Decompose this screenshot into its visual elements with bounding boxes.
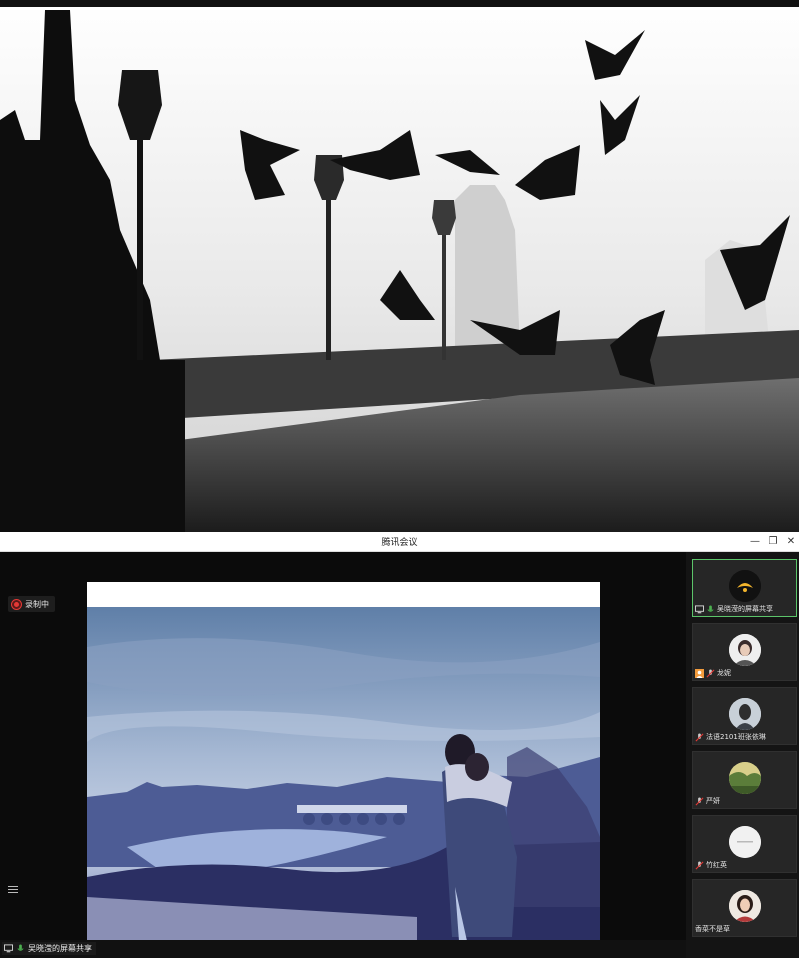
- participant-tile[interactable]: 法语2101班张依琳: [692, 687, 797, 745]
- prague-photo-image: [87, 607, 600, 941]
- meeting-window: 腾讯会议 — ❐ ✕ 录制中 吴晓滢的屏幕共享 吴晓滢的屏幕共享 龙妮 法语21…: [0, 532, 799, 966]
- participant-footer: 严妍: [695, 796, 720, 806]
- participant-footer: 竹红英: [695, 860, 727, 870]
- portrait-avatar-icon: [729, 634, 761, 666]
- participant-tile[interactable]: 吴晓滢的屏幕共享: [692, 559, 797, 617]
- shared-content: [87, 582, 600, 966]
- avatar: [729, 570, 761, 602]
- participant-name: 香菜不是草: [695, 925, 730, 933]
- participant-tile[interactable]: 严妍: [692, 751, 797, 809]
- avatar: [729, 890, 761, 922]
- mic-off-icon: [695, 796, 704, 805]
- close-button[interactable]: ✕: [782, 533, 799, 551]
- landscape-avatar-icon: [729, 762, 761, 794]
- mic-off-icon: [706, 668, 715, 677]
- record-icon: [12, 599, 21, 609]
- participant-footer: 吴晓滢的屏幕共享: [695, 604, 773, 614]
- screen-share-label: 吴晓滢的屏幕共享: [28, 944, 92, 953]
- logo-avatar-icon: [729, 570, 761, 602]
- recording-label: 录制中: [25, 599, 49, 609]
- participant-footer: 香菜不是草: [695, 924, 730, 934]
- bridge-photo: [0, 0, 799, 532]
- avatar: [729, 826, 761, 858]
- text-avatar-icon: [729, 826, 761, 858]
- title-bar: 腾讯会议 — ❐ ✕: [0, 532, 799, 552]
- mic-off-icon: [695, 860, 704, 869]
- participant-footer: 法语2101班张依琳: [695, 732, 766, 742]
- minimize-button[interactable]: —: [746, 533, 764, 551]
- mic-on-icon: [707, 604, 714, 612]
- screen-share-icon: [695, 604, 704, 613]
- bridge-photo-image: [0, 0, 799, 532]
- recording-badge[interactable]: 录制中: [8, 596, 55, 612]
- avatar: [729, 634, 761, 666]
- participant-name: 严妍: [706, 797, 720, 805]
- restore-button[interactable]: ❐: [764, 533, 782, 551]
- participant-tile[interactable]: 香菜不是草: [692, 879, 797, 937]
- participant-name: 吴晓滢的屏幕共享: [717, 605, 773, 613]
- participant-footer: 龙妮: [695, 668, 731, 678]
- mic-on-icon: [17, 944, 24, 951]
- portrait-avatar-icon: [729, 890, 761, 922]
- shared-screen-stage: 录制中 吴晓滢的屏幕共享: [0, 552, 686, 966]
- participant-tile[interactable]: 龙妮: [692, 623, 797, 681]
- participant-name: 竹红英: [706, 861, 727, 869]
- mic-off-icon: [695, 732, 704, 741]
- participant-name: 龙妮: [717, 669, 731, 677]
- window-title: 腾讯会议: [381, 538, 418, 548]
- list-menu-icon[interactable]: [8, 886, 18, 896]
- screen-share-tag: 吴晓滢的屏幕共享: [2, 942, 96, 955]
- screen-share-icon: [4, 944, 13, 953]
- participant-name: 法语2101班张依琳: [706, 733, 766, 741]
- portrait-avatar-icon: [729, 698, 761, 730]
- bottom-status-bar: 吴晓滢的屏幕共享: [0, 940, 686, 958]
- user-icon: [695, 668, 704, 678]
- participant-panel: 吴晓滢的屏幕共享 龙妮 法语2101班张依琳 严妍 竹红英 香菜不是草: [686, 552, 799, 958]
- avatar: [729, 698, 761, 730]
- avatar: [729, 762, 761, 794]
- participant-tile[interactable]: 竹红英: [692, 815, 797, 873]
